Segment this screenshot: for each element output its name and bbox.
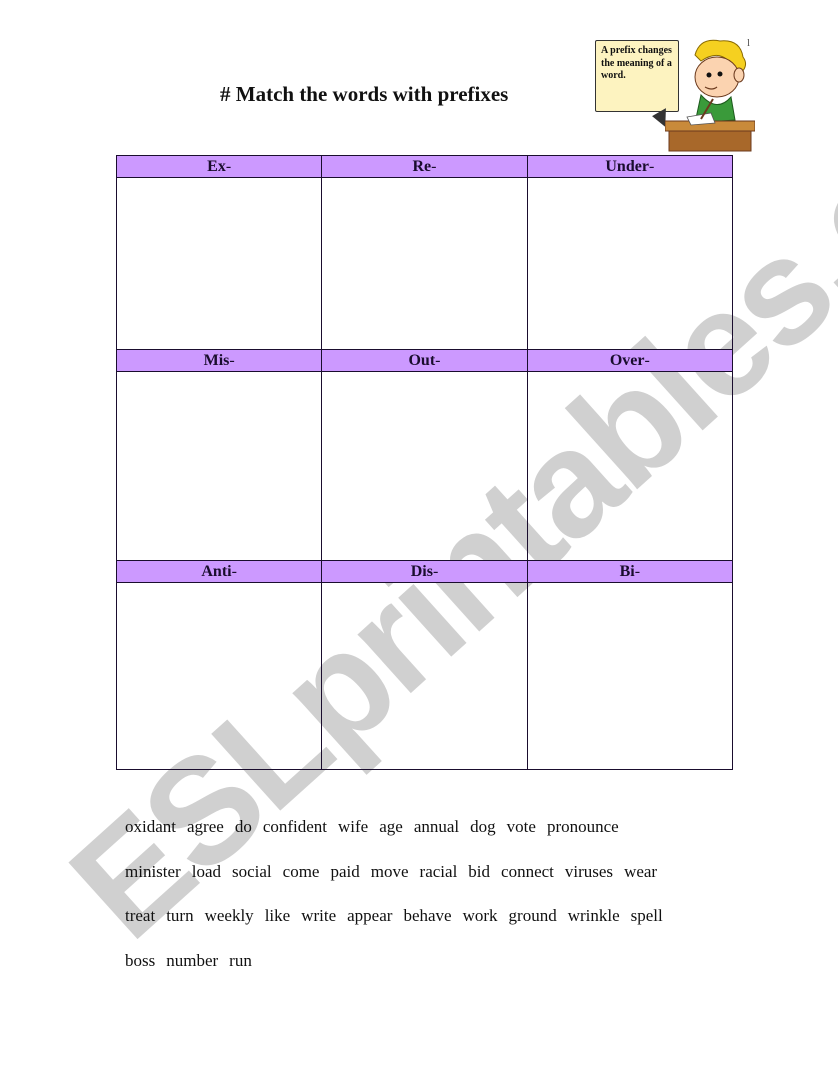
word-item[interactable]: appear — [347, 906, 392, 926]
answer-cell-over[interactable] — [526, 371, 734, 561]
page-title: # Match the words with prefixes — [220, 82, 509, 106]
word-item[interactable]: boss — [125, 951, 155, 971]
prefix-header-re: Re- — [321, 155, 528, 178]
word-bank: oxidant agree do confident wife age annual dog v… — [125, 817, 674, 995]
word-item[interactable]: bid — [468, 862, 490, 882]
word-item[interactable]: wrinkle — [568, 906, 620, 926]
word-item[interactable]: run — [229, 951, 252, 971]
prefix-header-dis: Dis- — [321, 560, 528, 583]
prefix-table: Ex- Re- Under- Mis- Out- Over- Anti- Dis… — [115, 155, 734, 770]
word-item[interactable]: viruses — [565, 862, 613, 882]
prefix-header-bi: Bi- — [526, 560, 734, 583]
answer-cell-ex[interactable] — [115, 177, 323, 350]
word-bank-line: boss number run — [125, 951, 674, 996]
word-item[interactable]: spell — [631, 906, 663, 926]
answer-cell-bi[interactable] — [526, 582, 734, 770]
answer-cell-anti[interactable] — [115, 582, 323, 770]
prefix-header-over: Over- — [526, 349, 734, 372]
word-item[interactable]: vote — [507, 817, 536, 837]
word-item[interactable]: annual — [414, 817, 459, 837]
word-item[interactable]: write — [301, 906, 336, 926]
word-item[interactable]: work — [463, 906, 498, 926]
answer-cell-out[interactable] — [321, 371, 528, 561]
word-item[interactable]: social — [232, 862, 272, 882]
prefix-header-row: Ex- Re- Under- — [115, 155, 734, 178]
answer-row — [115, 177, 734, 350]
word-item[interactable]: connect — [501, 862, 554, 882]
word-item[interactable]: treat — [125, 906, 155, 926]
prefix-header-ex: Ex- — [115, 155, 323, 178]
prefix-header-mis: Mis- — [115, 349, 323, 372]
word-item[interactable]: agree — [187, 817, 224, 837]
word-item[interactable]: load — [192, 862, 221, 882]
answer-cell-re[interactable] — [321, 177, 528, 350]
answer-row — [115, 371, 734, 561]
prefix-header-under: Under- — [526, 155, 734, 178]
boy-writing-icon — [665, 39, 755, 152]
word-item[interactable]: racial — [420, 862, 458, 882]
word-item[interactable]: dog — [470, 817, 496, 837]
word-item[interactable]: do — [235, 817, 252, 837]
answer-cell-under[interactable] — [526, 177, 734, 350]
prefix-illustration: A prefix changes the meaning of a word. … — [585, 35, 755, 153]
word-item[interactable]: ground — [509, 906, 557, 926]
word-item[interactable]: paid — [330, 862, 359, 882]
answer-row — [115, 582, 734, 770]
word-item[interactable]: minister — [125, 862, 181, 882]
word-item[interactable]: age — [379, 817, 403, 837]
answer-cell-dis[interactable] — [321, 582, 528, 770]
prefix-header-out: Out- — [321, 349, 528, 372]
word-item[interactable]: wife — [338, 817, 368, 837]
word-item[interactable]: like — [265, 906, 291, 926]
word-item[interactable]: come — [283, 862, 320, 882]
word-bank-line: minister load social come paid move racial bid c… — [125, 862, 674, 907]
corner-mark: l — [747, 37, 751, 49]
word-item[interactable]: weekly — [205, 906, 254, 926]
prefix-header-row: Mis- Out- Over- — [115, 349, 734, 372]
word-bank-line: treat turn weekly like write appear behave work… — [125, 906, 674, 951]
word-bank-line: oxidant agree do confident wife age annual dog v… — [125, 817, 674, 862]
word-item[interactable]: turn — [166, 906, 193, 926]
word-item[interactable]: behave — [403, 906, 451, 926]
word-item[interactable]: pronounce — [547, 817, 619, 837]
word-item[interactable]: move — [371, 862, 409, 882]
prefix-header-row: Anti- Dis- Bi- — [115, 560, 734, 583]
answer-cell-mis[interactable] — [115, 371, 323, 561]
word-item[interactable]: oxidant — [125, 817, 176, 837]
word-item[interactable]: confident — [263, 817, 327, 837]
word-item[interactable]: wear — [624, 862, 657, 882]
word-item[interactable]: number — [166, 951, 218, 971]
prefix-header-anti: Anti- — [115, 560, 323, 583]
